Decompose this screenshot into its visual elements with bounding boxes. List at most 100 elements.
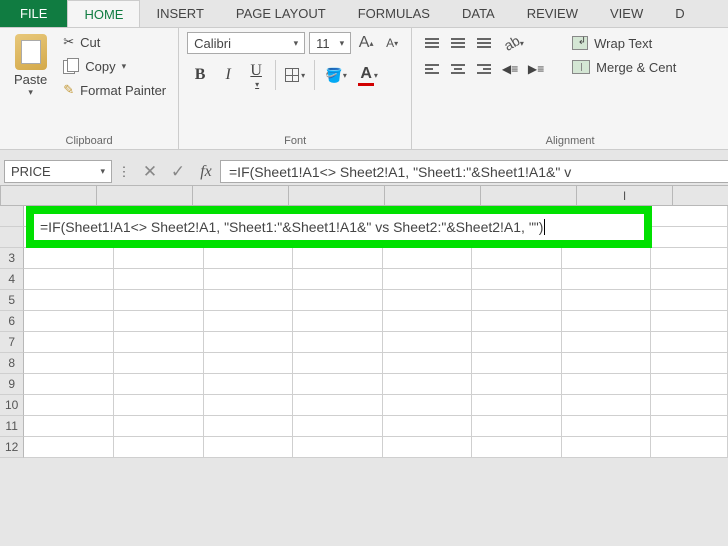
row-header[interactable] (0, 227, 24, 248)
cell[interactable] (651, 248, 728, 269)
align-middle-button[interactable] (446, 32, 470, 54)
borders-button[interactable]: ▾ (282, 58, 308, 92)
column-header[interactable]: I (577, 186, 673, 206)
tab-insert[interactable]: INSERT (140, 0, 219, 27)
cell[interactable] (293, 332, 383, 353)
cell[interactable] (651, 332, 728, 353)
cell[interactable] (24, 437, 114, 458)
cell[interactable] (472, 437, 562, 458)
cut-button[interactable]: ✂ Cut (59, 32, 170, 52)
cell[interactable] (204, 269, 294, 290)
cell[interactable] (204, 416, 294, 437)
cell[interactable] (383, 269, 473, 290)
cell[interactable] (24, 311, 114, 332)
cell[interactable] (383, 248, 473, 269)
cell[interactable] (472, 290, 562, 311)
tab-home[interactable]: HOME (67, 0, 140, 27)
cell[interactable] (204, 332, 294, 353)
merge-center-button[interactable]: Merge & Cent (568, 56, 680, 78)
cell[interactable] (114, 269, 204, 290)
row-header[interactable]: 3 (0, 248, 24, 269)
row-header[interactable]: 10 (0, 395, 24, 416)
cell[interactable] (383, 416, 473, 437)
align-center-button[interactable] (446, 58, 470, 80)
cell[interactable] (651, 311, 728, 332)
row-header[interactable]: 11 (0, 416, 24, 437)
tab-data[interactable]: DATA (446, 0, 511, 27)
tab-review[interactable]: REVIEW (511, 0, 594, 27)
underline-button[interactable]: U▾ (243, 58, 269, 92)
row-header[interactable] (0, 206, 24, 227)
grow-font-button[interactable]: A▴ (355, 32, 377, 54)
cell[interactable] (472, 416, 562, 437)
cell[interactable] (114, 395, 204, 416)
cell[interactable] (472, 395, 562, 416)
cell[interactable] (293, 416, 383, 437)
shrink-font-button[interactable]: A▾ (381, 32, 403, 54)
active-cell-editor[interactable]: =IF(Sheet1!A1<> Sheet2!A1, "Sheet1:"&She… (26, 206, 652, 248)
increase-indent-button[interactable]: ▶≡ (524, 58, 548, 80)
column-header[interactable] (385, 186, 481, 206)
cell[interactable] (562, 395, 652, 416)
font-name-select[interactable]: Calibri ▾ (187, 32, 305, 54)
cell[interactable] (562, 416, 652, 437)
cell[interactable] (204, 248, 294, 269)
cell[interactable] (24, 374, 114, 395)
column-header[interactable] (481, 186, 577, 206)
cell[interactable] (383, 374, 473, 395)
cell[interactable] (24, 290, 114, 311)
insert-function-button[interactable]: fx (192, 158, 220, 185)
cell[interactable] (562, 353, 652, 374)
paste-button[interactable]: Paste ▾ (8, 32, 53, 133)
row-header[interactable]: 9 (0, 374, 24, 395)
tab-page-layout[interactable]: PAGE LAYOUT (220, 0, 342, 27)
cell[interactable] (24, 248, 114, 269)
cell[interactable] (293, 395, 383, 416)
align-top-button[interactable] (420, 32, 444, 54)
cell[interactable] (562, 311, 652, 332)
name-box[interactable]: PRICE ▾ (4, 160, 112, 183)
column-header[interactable] (1, 186, 97, 206)
cell[interactable] (562, 437, 652, 458)
cell[interactable] (562, 332, 652, 353)
cell[interactable] (383, 395, 473, 416)
align-bottom-button[interactable] (472, 32, 496, 54)
cell[interactable] (651, 374, 728, 395)
cell[interactable] (472, 374, 562, 395)
row-header[interactable]: 8 (0, 353, 24, 374)
cell[interactable] (651, 269, 728, 290)
cell[interactable] (293, 269, 383, 290)
cell[interactable] (114, 437, 204, 458)
italic-button[interactable]: I (215, 58, 241, 92)
cell[interactable] (472, 332, 562, 353)
enter-formula-button[interactable]: ✓ (164, 158, 192, 185)
cell[interactable] (651, 437, 728, 458)
row-header[interactable]: 7 (0, 332, 24, 353)
cell[interactable] (651, 206, 728, 227)
row-header[interactable]: 6 (0, 311, 24, 332)
orientation-button[interactable]: ab▾ (498, 32, 530, 54)
cell[interactable] (383, 311, 473, 332)
cell[interactable] (204, 395, 294, 416)
tab-partial[interactable]: D (659, 0, 700, 27)
column-header[interactable] (673, 186, 728, 206)
bold-button[interactable]: B (187, 58, 213, 92)
cell[interactable] (293, 290, 383, 311)
worksheet-grid[interactable]: I 3456789101112 =IF(Sheet1!A1<> Sheet2!A… (0, 186, 728, 458)
cell[interactable] (383, 437, 473, 458)
cell[interactable] (204, 374, 294, 395)
cancel-formula-button[interactable]: ✕ (136, 158, 164, 185)
cell[interactable] (472, 311, 562, 332)
formula-input[interactable]: =IF(Sheet1!A1<> Sheet2!A1, "Sheet1:"&She… (220, 160, 728, 183)
cell[interactable] (651, 227, 728, 248)
cell[interactable] (293, 248, 383, 269)
column-header[interactable] (289, 186, 385, 206)
decrease-indent-button[interactable]: ◀≡ (498, 58, 522, 80)
cell[interactable] (651, 395, 728, 416)
format-painter-button[interactable]: ✎ Format Painter (59, 80, 170, 100)
cell[interactable] (562, 248, 652, 269)
cell[interactable] (114, 332, 204, 353)
align-left-button[interactable] (420, 58, 444, 80)
cell[interactable] (562, 374, 652, 395)
cell[interactable] (114, 290, 204, 311)
